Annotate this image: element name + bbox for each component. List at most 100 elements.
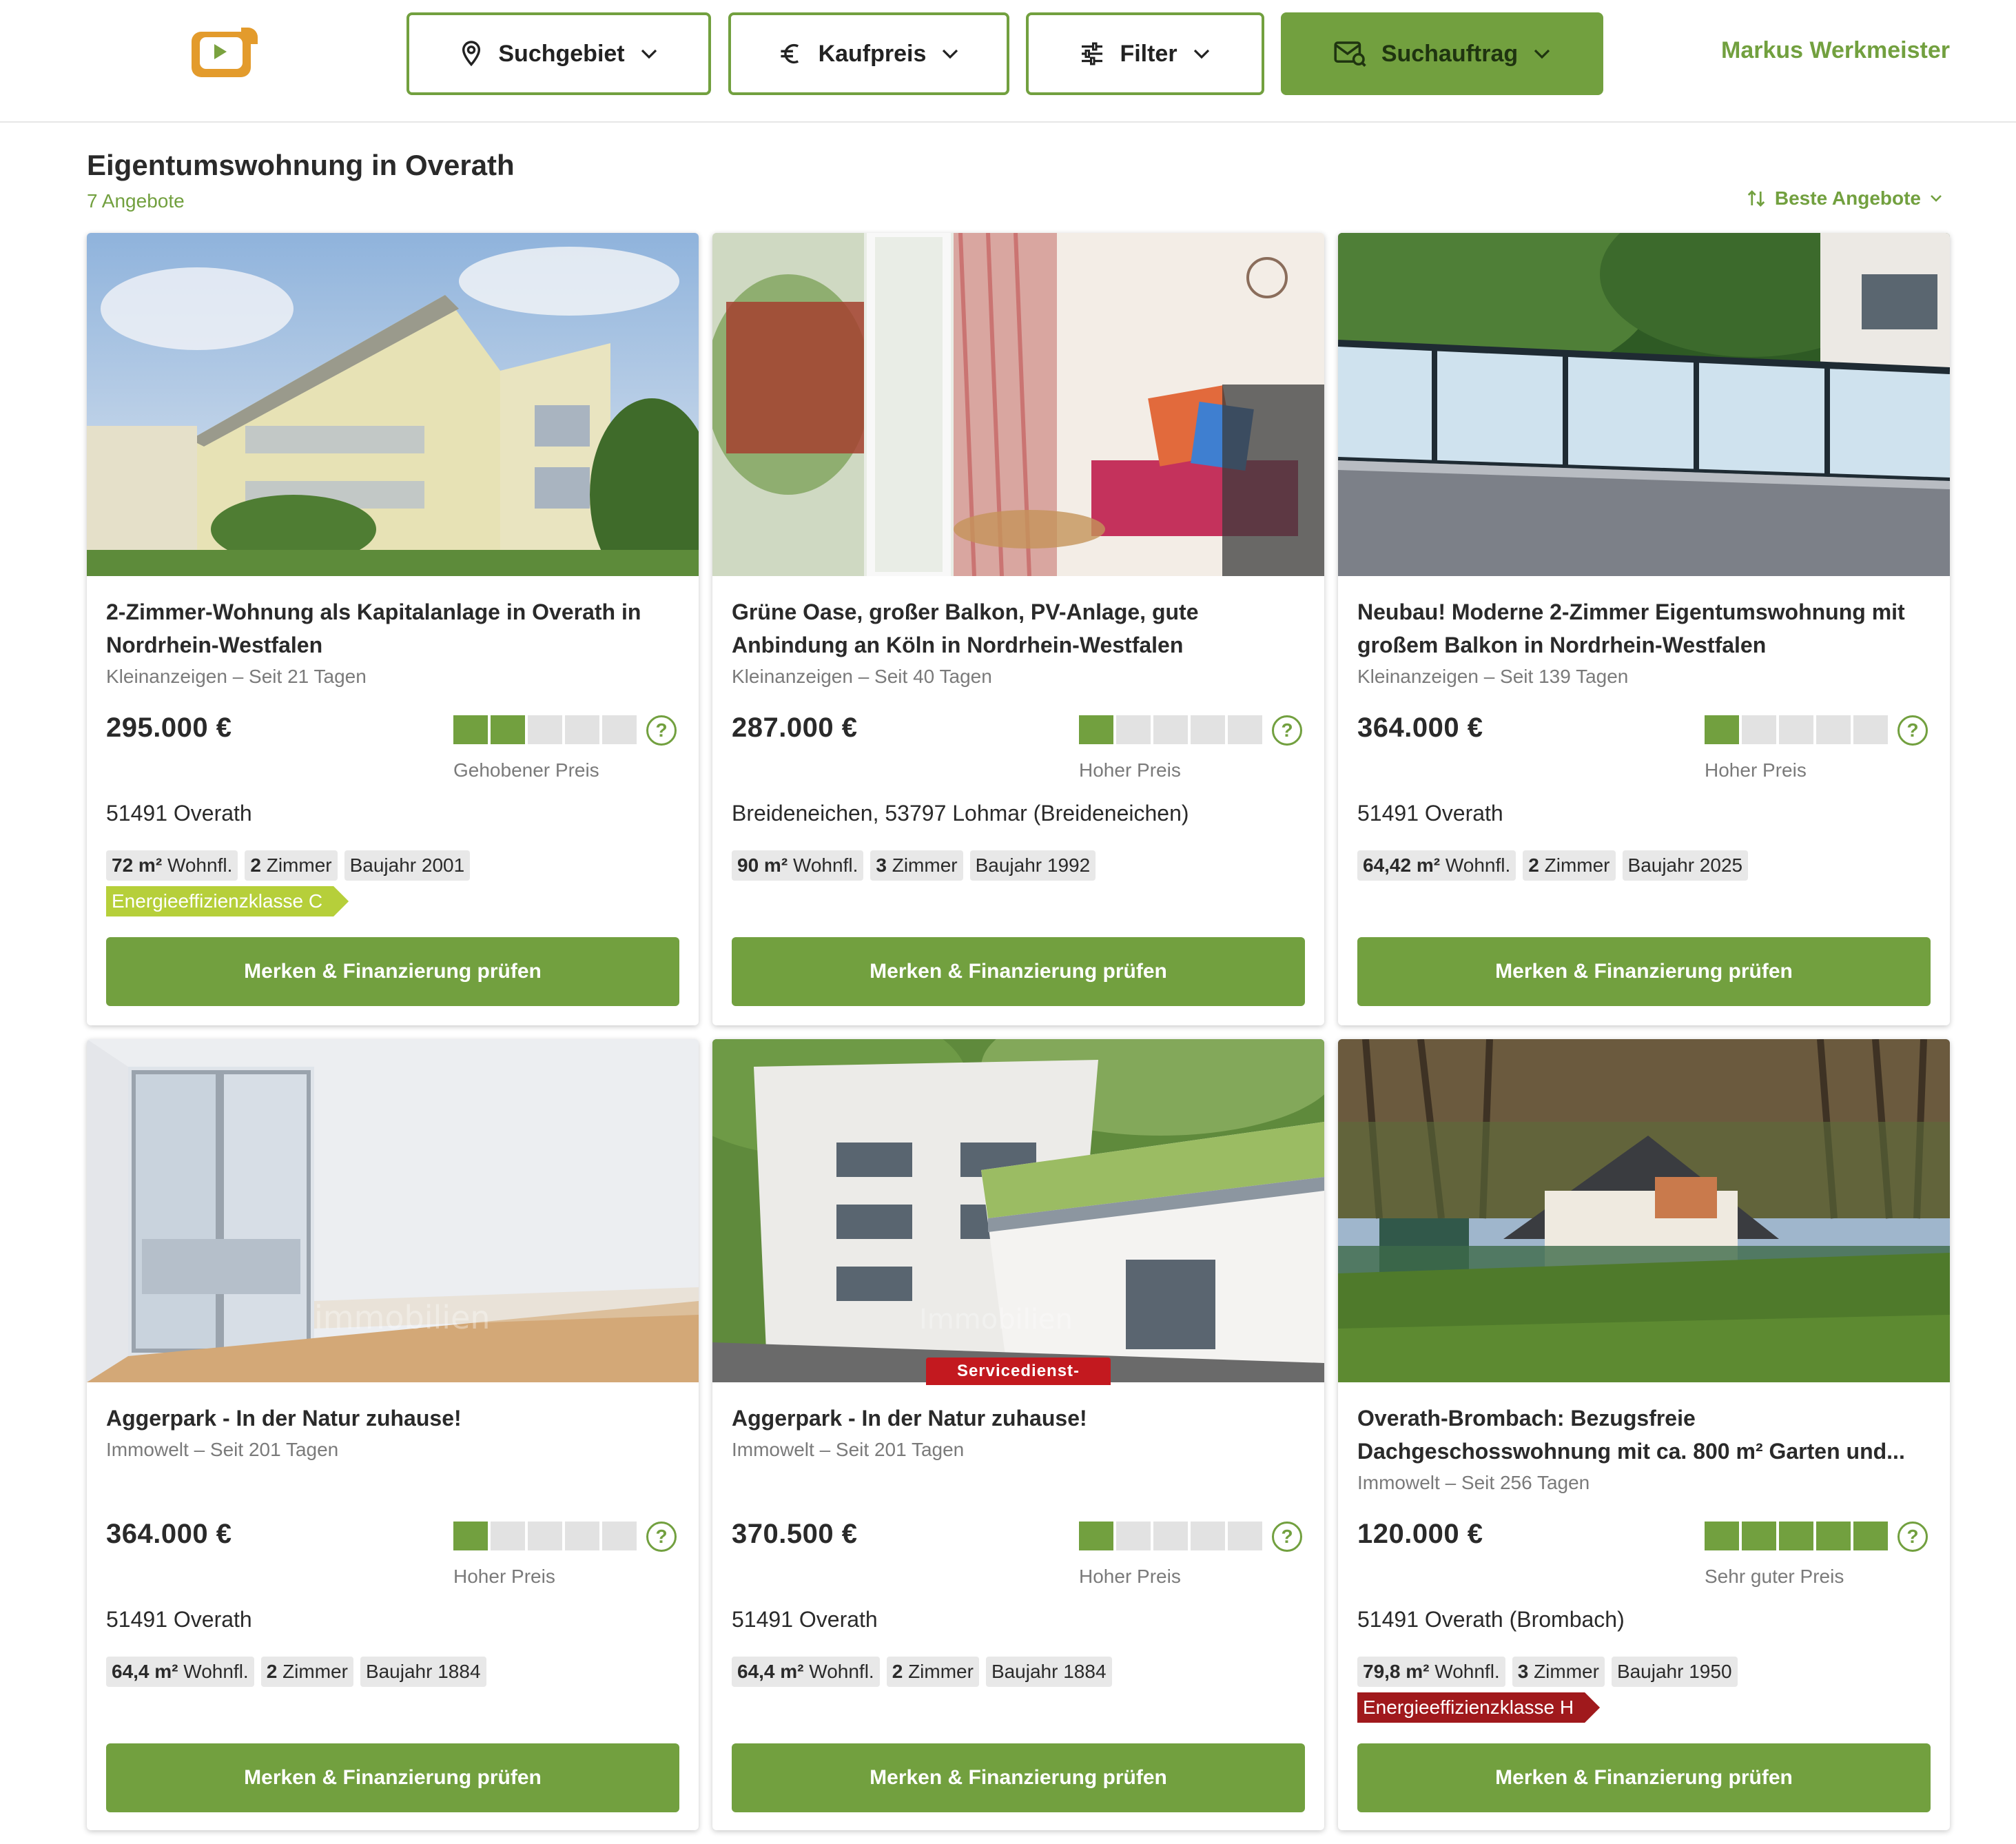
- help-icon[interactable]: ?: [1272, 715, 1302, 746]
- listing-source: Immowelt – Seit 201 Tagen: [106, 1439, 339, 1460]
- rating-segment: [453, 1522, 488, 1550]
- listing-price: 120.000 €: [1357, 1519, 1483, 1549]
- area-filter-label: Suchgebiet: [498, 40, 625, 67]
- area-unit: Wohnfl.: [809, 1661, 874, 1682]
- user-menu[interactable]: Markus Werkmeister: [1709, 37, 1950, 64]
- listing-photo[interactable]: Immobilien: [712, 1039, 1324, 1382]
- area-tag: 72 m² Wohnfl.: [106, 850, 238, 881]
- rating-segment: [1191, 1522, 1225, 1550]
- listing-facts: 79,8 m² Wohnfl. 3 Zimmer Baujahr 1950: [1357, 1657, 1738, 1687]
- search-order-button[interactable]: Suchauftrag: [1281, 12, 1603, 95]
- save-finance-button[interactable]: Merken & Finanzierung prüfen: [106, 1743, 679, 1812]
- area-value: 90 m²: [737, 854, 788, 876]
- save-finance-button[interactable]: Merken & Finanzierung prüfen: [732, 1743, 1305, 1812]
- rooms-value: 2: [1528, 854, 1539, 876]
- rooms-value: 2: [250, 854, 261, 876]
- help-icon[interactable]: ?: [646, 715, 677, 746]
- price-rating-label: Sehr guter Preis: [1705, 1566, 1844, 1587]
- rating-segment: [602, 1522, 637, 1550]
- page-title: Eigentumswohnung in Overath: [87, 149, 515, 181]
- area-unit: Wohnfl.: [167, 854, 233, 876]
- play-icon: [214, 44, 227, 59]
- top-navigation-bar: Suchgebiet Kaufpreis Filter Suchauftrag …: [0, 0, 2016, 123]
- listing-source: Kleinanzeigen – Seit 139 Tagen: [1357, 666, 1629, 687]
- sort-icon: [1747, 190, 1765, 207]
- brand-logo[interactable]: [192, 28, 258, 80]
- rating-segment: [565, 715, 599, 744]
- rating-segment: [1116, 1522, 1151, 1550]
- area-filter-button[interactable]: Suchgebiet: [407, 12, 711, 95]
- save-finance-button[interactable]: Merken & Finanzierung prüfen: [1357, 1743, 1931, 1812]
- rating-segment: [1191, 715, 1225, 744]
- listing-address: 51491 Overath: [106, 1607, 252, 1632]
- rooms-unit: Zimmer: [266, 854, 332, 876]
- filter-label: Filter: [1120, 40, 1177, 67]
- rooms-unit: Zimmer: [892, 854, 958, 876]
- area-unit: Wohnfl.: [183, 1661, 249, 1682]
- listing-title[interactable]: Grüne Oase, großer Balkon, PV-Anlage, gu…: [732, 595, 1310, 662]
- year-tag: Baujahr 2025: [1622, 850, 1749, 881]
- area-value: 72 m²: [112, 854, 163, 876]
- listing-photo[interactable]: [1338, 233, 1950, 576]
- rooms-value: 3: [876, 854, 887, 876]
- listing-source: Kleinanzeigen – Seit 21 Tagen: [106, 666, 367, 687]
- rooms-tag: 3 Zimmer: [1512, 1657, 1605, 1687]
- listing-card[interactable]: Neubau! Moderne 2-Zimmer Eigentumswohnun…: [1338, 233, 1950, 1025]
- help-icon[interactable]: ?: [1897, 715, 1928, 746]
- listing-card[interactable]: Grüne Oase, großer Balkon, PV-Anlage, gu…: [712, 233, 1324, 1025]
- listing-photo[interactable]: immobilien: [87, 1039, 699, 1382]
- year-tag: Baujahr 1884: [985, 1657, 1112, 1687]
- rating-segment: [1153, 1522, 1188, 1550]
- listing-address: 51491 Overath: [106, 801, 252, 826]
- listing-title[interactable]: Aggerpark - In der Natur zuhause!: [732, 1402, 1310, 1435]
- listing-source: Immowelt – Seit 256 Tagen: [1357, 1472, 1590, 1493]
- listing-facts: 90 m² Wohnfl. 3 Zimmer Baujahr 1992: [732, 850, 1096, 881]
- euro-icon: [780, 43, 799, 64]
- listing-card[interactable]: 2-Zimmer-Wohnung als Kapitalanlage in Ov…: [87, 233, 699, 1025]
- price-rating-label: Hoher Preis: [1705, 759, 1807, 781]
- save-finance-button[interactable]: Merken & Finanzierung prüfen: [1357, 937, 1931, 1006]
- area-value: 79,8 m²: [1363, 1661, 1430, 1682]
- filter-button[interactable]: Filter: [1026, 12, 1264, 95]
- search-order-label: Suchauftrag: [1381, 40, 1519, 67]
- help-icon[interactable]: ?: [1897, 1522, 1928, 1552]
- price-rating-label: Gehobener Preis: [453, 759, 599, 781]
- rating-segment: [1079, 715, 1113, 744]
- area-value: 64,42 m²: [1363, 854, 1441, 876]
- area-unit: Wohnfl.: [1445, 854, 1511, 876]
- chevron-down-icon: [943, 49, 958, 59]
- svg-text:Immobilien: Immobilien: [919, 1304, 1073, 1335]
- listing-title[interactable]: Overath-Brombach: Bezugsfreie Dachgescho…: [1357, 1402, 1936, 1468]
- rooms-unit: Zimmer: [1534, 1661, 1599, 1682]
- listing-photo[interactable]: [1338, 1039, 1950, 1382]
- listing-card[interactable]: immobilien Aggerpark - In der Natur zuha…: [87, 1039, 699, 1830]
- area-tag: 64,4 m² Wohnfl.: [732, 1657, 880, 1687]
- energy-class-badge: Energieeffizienzklasse C: [106, 886, 349, 916]
- mail-search-icon: [1334, 41, 1366, 67]
- sort-dropdown[interactable]: Beste Angebote: [1746, 187, 1943, 209]
- rating-segment: [453, 715, 488, 744]
- price-filter-button[interactable]: Kaufpreis: [728, 12, 1009, 95]
- price-filter-label: Kaufpreis: [818, 40, 927, 67]
- svg-text:immobilien: immobilien: [314, 1299, 491, 1336]
- listing-price: 287.000 €: [732, 713, 858, 743]
- listing-title[interactable]: Aggerpark - In der Natur zuhause!: [106, 1402, 685, 1435]
- listing-title[interactable]: 2-Zimmer-Wohnung als Kapitalanlage in Ov…: [106, 595, 685, 662]
- listing-card[interactable]: Immobilien Servicedienst- Aggerpark - In…: [712, 1039, 1324, 1830]
- rating-segment: [1079, 1522, 1113, 1550]
- listing-photo[interactable]: [87, 233, 699, 576]
- listing-address: 51491 Overath: [732, 1607, 878, 1632]
- help-icon[interactable]: ?: [646, 1522, 677, 1552]
- listing-price: 370.500 €: [732, 1519, 858, 1549]
- rating-segment: [491, 1522, 525, 1550]
- rating-segment: [1816, 715, 1851, 744]
- help-icon[interactable]: ?: [1272, 1522, 1302, 1552]
- listing-photo[interactable]: [712, 233, 1324, 576]
- save-finance-button[interactable]: Merken & Finanzierung prüfen: [106, 937, 679, 1006]
- area-tag: 64,4 m² Wohnfl.: [106, 1657, 254, 1687]
- save-finance-button[interactable]: Merken & Finanzierung prüfen: [732, 937, 1305, 1006]
- listing-title[interactable]: Neubau! Moderne 2-Zimmer Eigentumswohnun…: [1357, 595, 1936, 662]
- listing-price: 364.000 €: [1357, 713, 1483, 743]
- rooms-value: 2: [892, 1661, 903, 1682]
- listing-card[interactable]: Overath-Brombach: Bezugsfreie Dachgescho…: [1338, 1039, 1950, 1830]
